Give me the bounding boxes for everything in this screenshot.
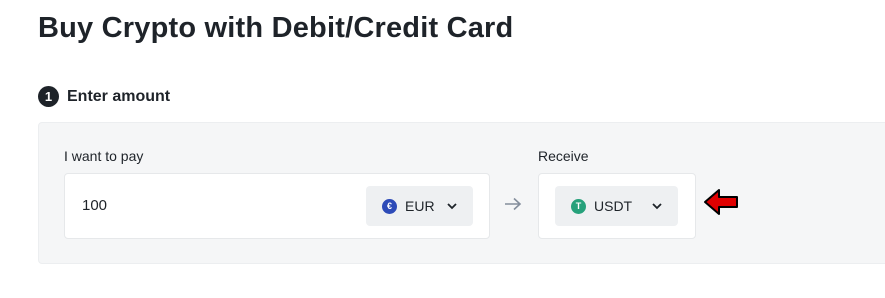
amount-panel: I want to pay Receive 100 € EUR T USDT: [38, 122, 885, 264]
step-label: Enter amount: [67, 87, 171, 105]
pay-label: I want to pay: [64, 148, 144, 164]
chevron-down-icon: [447, 201, 457, 211]
euro-coin-icon: €: [382, 198, 397, 214]
page-title: Buy Crypto with Debit/Credit Card: [38, 12, 514, 44]
arrow-right-icon: [505, 197, 522, 211]
receive-field[interactable]: T USDT: [538, 173, 696, 239]
step-header: 1 Enter amount: [38, 86, 170, 107]
receive-currency-select[interactable]: T USDT: [555, 186, 678, 226]
pay-amount-input[interactable]: 100: [82, 197, 107, 214]
pay-amount-field[interactable]: 100 € EUR: [64, 173, 490, 239]
red-pointer-arrow: [704, 189, 738, 215]
receive-label: Receive: [538, 148, 589, 164]
tether-coin-icon: T: [571, 198, 586, 214]
pay-currency-select[interactable]: € EUR: [366, 186, 473, 226]
pay-currency-code: EUR: [405, 198, 435, 214]
receive-currency-code: USDT: [594, 198, 633, 214]
step-number-badge: 1: [38, 86, 59, 107]
chevron-down-icon: [652, 201, 662, 211]
